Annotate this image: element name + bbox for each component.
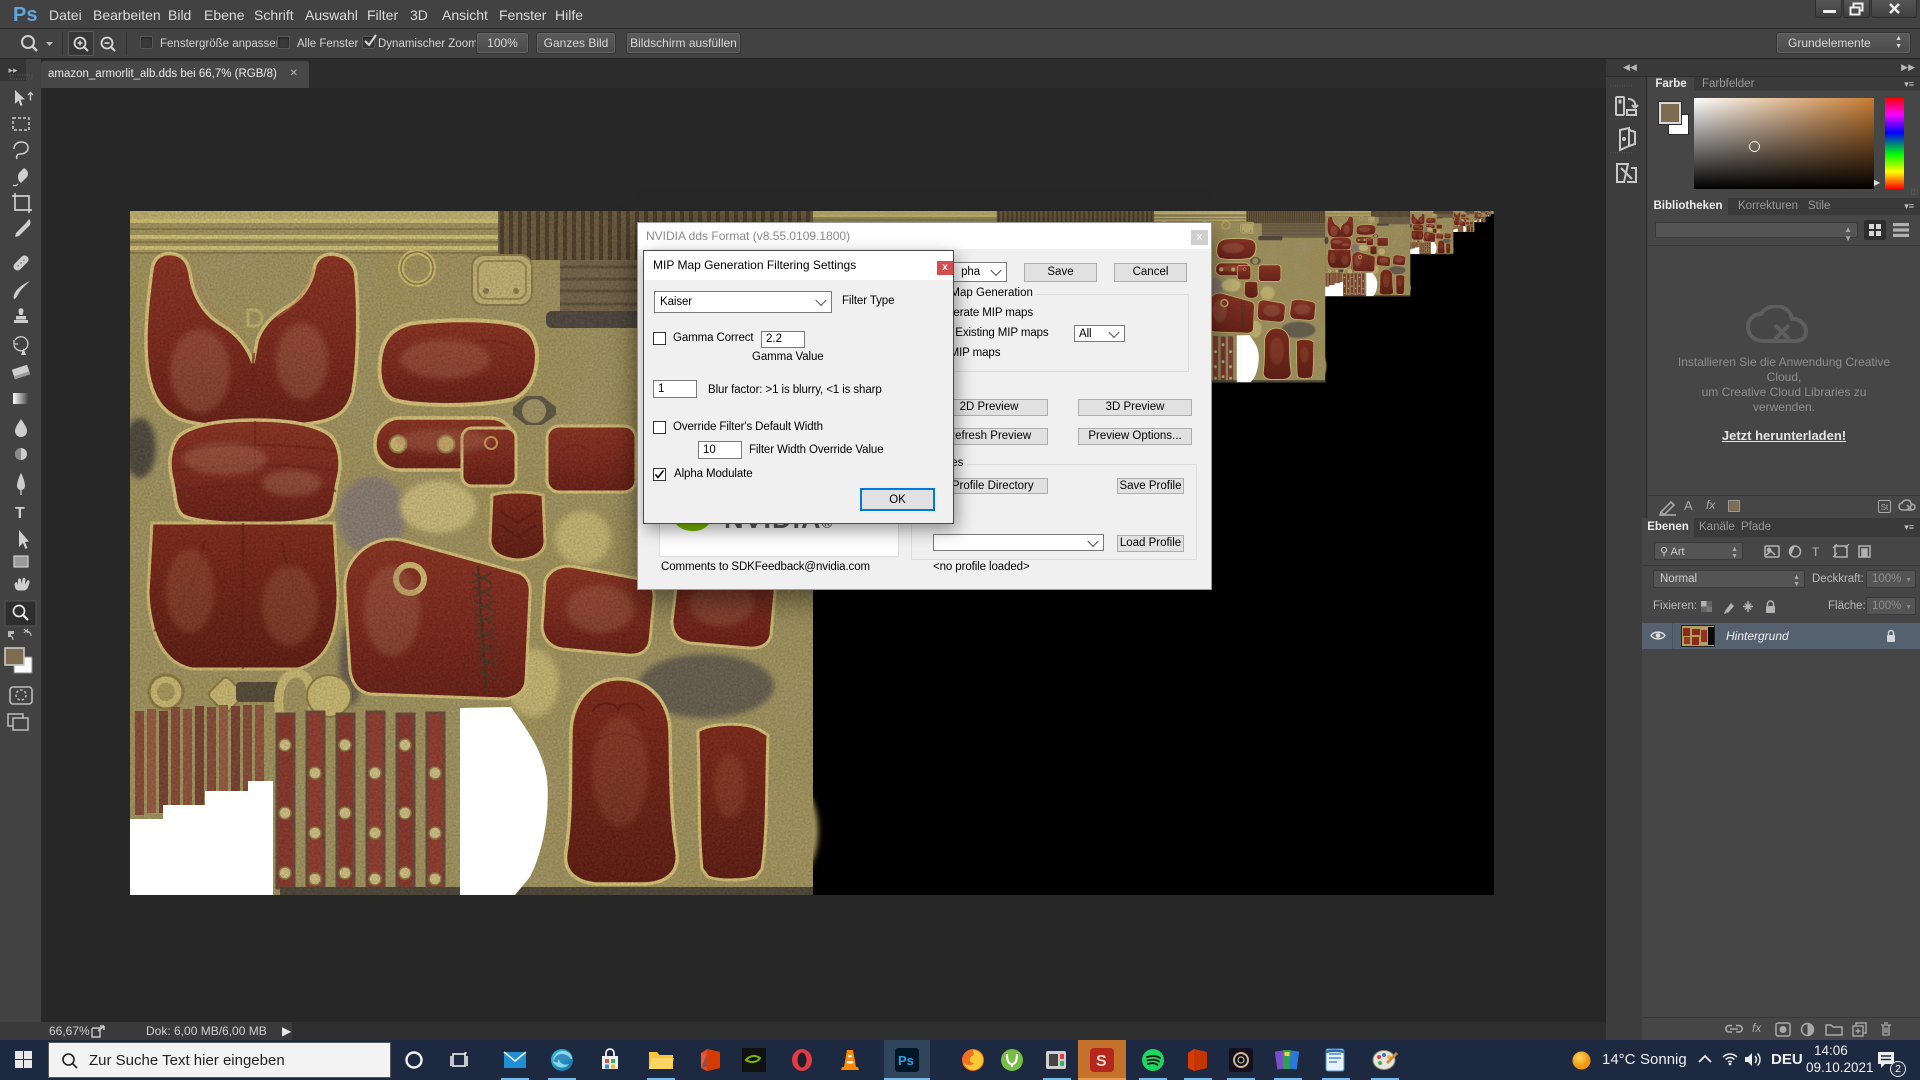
svg-text:T: T: [1812, 545, 1820, 559]
svg-text:Ps: Ps: [898, 1053, 914, 1068]
svg-text:T: T: [15, 505, 25, 522]
svg-text:S: S: [1096, 1053, 1107, 1070]
